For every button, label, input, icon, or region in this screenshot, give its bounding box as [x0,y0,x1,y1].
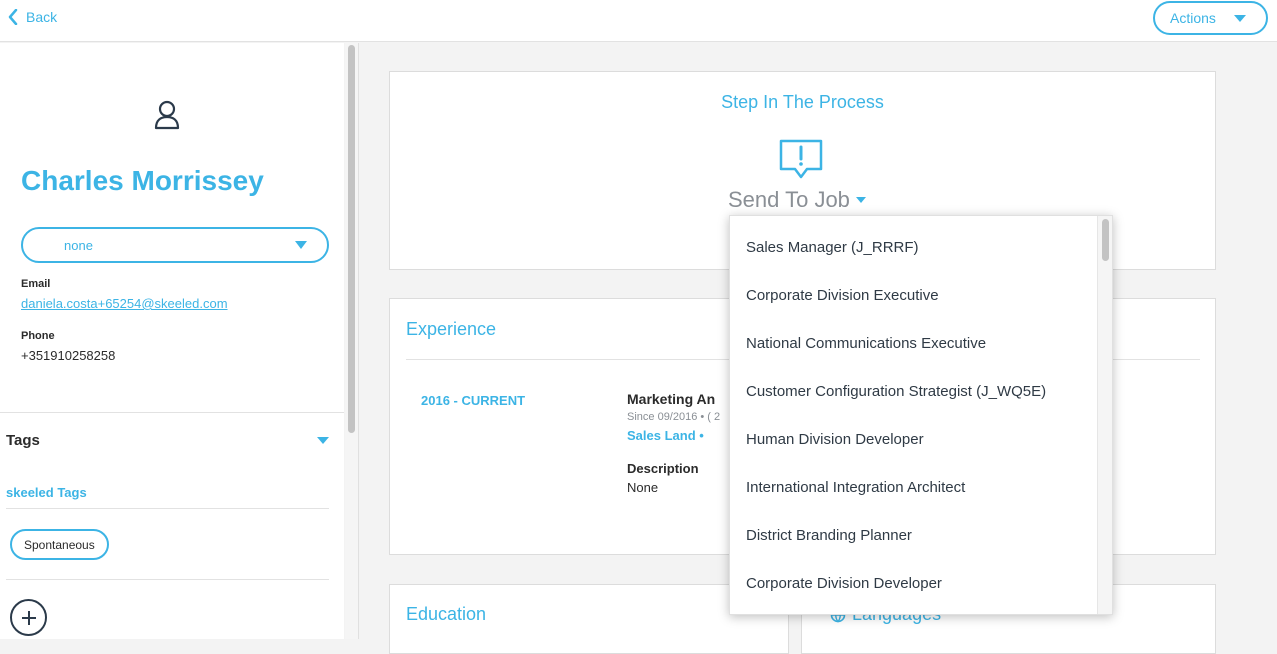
job-option[interactable]: Human Division Developer [746,431,924,448]
tags-toggle-icon[interactable] [317,437,329,444]
job-option[interactable]: National Communications Executive [746,335,986,352]
job-option[interactable]: Customer Configuration Strategist (J_WQ5… [746,383,1046,400]
back-label: Back [26,9,58,25]
alert-message-icon [779,139,823,179]
actions-button[interactable]: Actions [1153,1,1268,35]
status-value: none [64,238,93,253]
job-option[interactable]: Corporate Division Executive [746,287,939,304]
education-title: Education [406,604,487,624]
email-label: Email [21,278,51,290]
tags-title: Tags [6,432,40,449]
divider [0,412,344,413]
tags-group-label: skeeled Tags [6,485,87,500]
job-option[interactable]: District Branding Planner [746,527,912,544]
step-title: Step In The Process [721,92,884,112]
dropdown-scrollbar[interactable] [1097,216,1112,614]
description-value: None [627,480,659,495]
phone-value: +351910258258 [21,348,116,363]
status-select[interactable]: none [21,227,329,263]
send-to-job-dropdown[interactable]: Send To Job [728,187,866,213]
job-dropdown-menu: Sales Manager (J_RRRF) Corporate Divisio… [729,215,1113,615]
experience-since: Since 09/2016 • ( 2 [627,411,721,423]
experience-company[interactable]: Sales Land • [627,428,704,443]
scrollbar-thumb[interactable] [1102,219,1109,261]
chevron-down-icon [295,241,307,249]
top-bar: Back Actions [0,0,1277,42]
divider [6,508,329,509]
back-button[interactable]: Back [8,9,57,25]
chevron-down-icon [1234,15,1246,22]
scrollbar-thumb[interactable] [348,45,355,433]
divider [6,579,329,580]
tag-chip[interactable]: Spontaneous [10,529,109,560]
chevron-down-icon [855,197,866,203]
job-option[interactable]: Corporate Division Developer [746,575,942,592]
actions-label: Actions [1170,10,1216,26]
chevron-left-icon [8,9,18,25]
user-icon [154,100,180,130]
send-to-job-label: Send To Job [728,187,850,212]
description-label: Description [627,461,699,476]
plus-icon [21,610,36,625]
candidate-name: Charles Morrissey [21,165,264,196]
experience-role: Marketing An [627,391,716,407]
experience-title: Experience [406,319,497,339]
sidebar-scrollbar[interactable] [345,43,359,639]
job-option[interactable]: Sales Manager (J_RRRF) [746,239,919,256]
job-option[interactable]: International Integration Architect [746,479,965,496]
candidate-sidebar: Charles Morrissey none Email daniela.cos… [0,43,344,639]
email-link[interactable]: daniela.costa+65254@skeeled.com [21,296,228,311]
experience-dates: 2016 - CURRENT [421,393,526,408]
phone-label: Phone [21,330,55,342]
add-tag-button[interactable] [10,599,47,636]
